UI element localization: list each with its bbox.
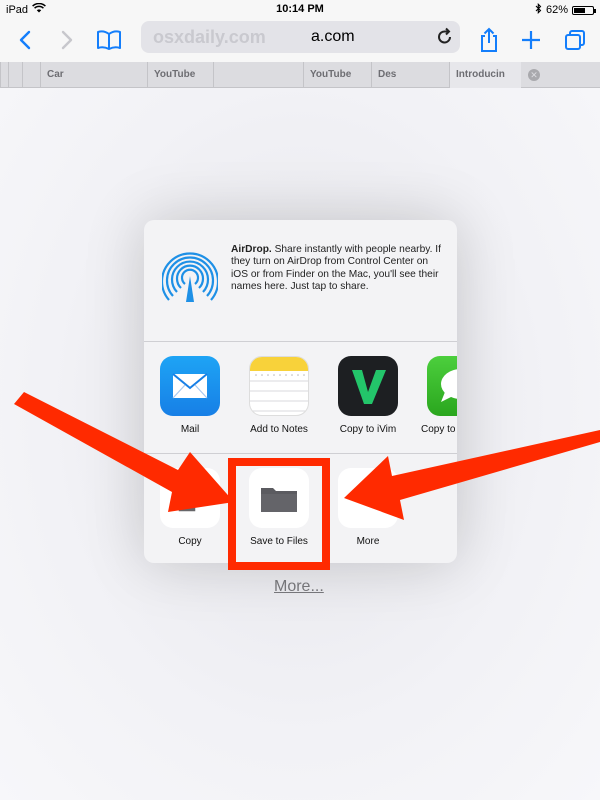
left-arrow — [14, 392, 234, 512]
right-arrow — [344, 430, 600, 520]
annotation-arrows — [14, 392, 600, 520]
